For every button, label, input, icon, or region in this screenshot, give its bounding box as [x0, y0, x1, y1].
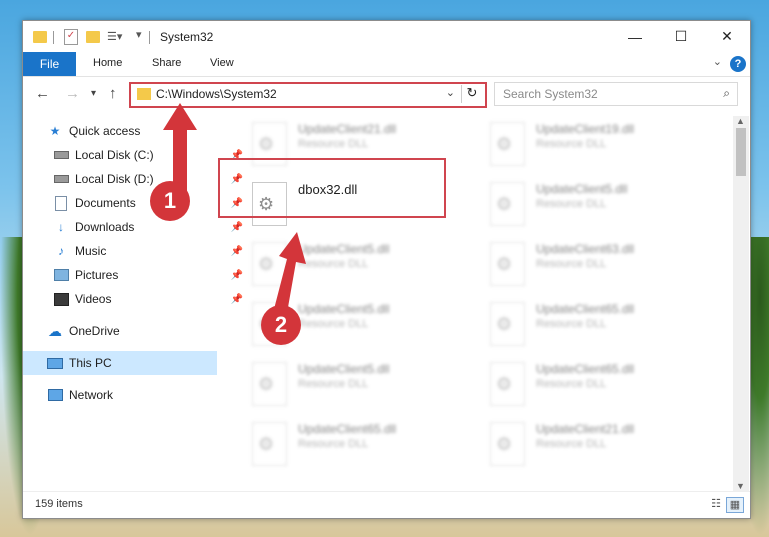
step-badge-2: 2	[261, 305, 301, 345]
annotation-arrows	[163, 103, 306, 313]
arrow-to-file-icon	[273, 232, 306, 313]
step-badge-1: 1	[150, 181, 190, 221]
